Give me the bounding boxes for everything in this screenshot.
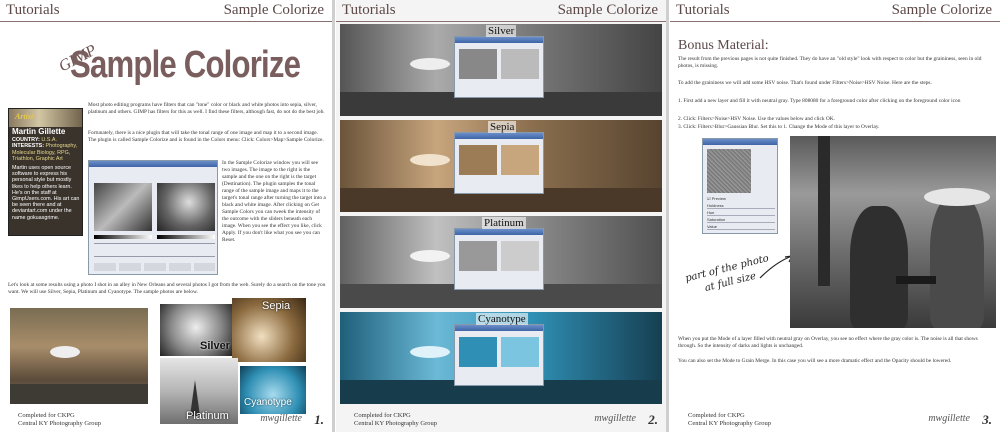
bonus-step1: 1. First add a new layer and fill it wit…	[678, 98, 961, 104]
grain-merge-paragraph: You can also set the Mode to Grain Merge…	[678, 358, 952, 364]
page-1: Tutorials Sample Colorize GIMP Sample Co…	[0, 0, 332, 432]
preview-checkbox[interactable]: ☑ Preview	[707, 196, 726, 201]
page-gutter	[666, 0, 669, 432]
preview-label: Preview	[711, 196, 726, 201]
umbrella	[410, 154, 450, 166]
footer-brand: mwgillette	[928, 413, 970, 424]
row-hue-label: Hue	[707, 210, 715, 215]
new-orleans-alley-photo	[10, 308, 148, 404]
dialog-gradient-right	[157, 235, 215, 239]
row-value-label: Value	[707, 224, 717, 229]
page-footer: Completed for CKPG Central KY Photograph…	[18, 412, 101, 428]
platinum-result-label: Platinum	[482, 217, 526, 229]
footer-line1: Completed for CKPG	[18, 412, 75, 419]
dialog-buttons[interactable]	[94, 263, 215, 271]
noise-preview	[707, 149, 751, 193]
country-value: U.S.A.	[41, 137, 57, 143]
dialog-sliders[interactable]	[94, 243, 215, 257]
bonus-noise: To add the graininess we will add some H…	[678, 80, 932, 86]
row-holdness-label: Holdness	[707, 203, 724, 208]
bonus-step2: 2. Click: Filters>Noise>HSV Noise. Use t…	[678, 116, 836, 122]
results-paragraph: Let's look at some results using a photo…	[8, 282, 326, 295]
footer-line1: Completed for CKPG	[688, 412, 745, 419]
dialog-titlebar	[89, 161, 217, 167]
row-saturation-label: Saturation	[707, 217, 726, 222]
cyanotype-result-label: Cyanotype	[476, 313, 528, 325]
header-left: Tutorials	[342, 2, 396, 18]
bonus-intro: The result from the previous pages is no…	[678, 56, 982, 69]
row-value[interactable]: Value	[707, 224, 775, 230]
intro-paragraph: Most photo editing programs have filters…	[88, 102, 325, 115]
row-saturation[interactable]: Saturation	[707, 217, 775, 223]
overlay-paragraph: When you put the Mode of a layer filled …	[678, 336, 978, 349]
plugin-paragraph: Fortunately, there is a nice plugin that…	[88, 130, 324, 143]
woman-right	[930, 196, 984, 328]
silver-dialog	[454, 36, 544, 98]
bonus-step3: 3. Click: Filters>Blur>Gaussian Blur. Se…	[678, 124, 880, 130]
silver-label: Silver	[200, 340, 230, 352]
artist-badge: Artist	[15, 112, 34, 121]
footer-line2: Central KY Photography Group	[688, 420, 771, 427]
lamp-post	[818, 136, 830, 286]
page-3: Tutorials Sample Colorize Bonus Material…	[670, 0, 1000, 432]
sepia-label: Sepia	[262, 300, 291, 312]
header-left: Tutorials	[6, 2, 60, 18]
footer-line1: Completed for CKPG	[354, 412, 411, 419]
page-header: Tutorials Sample Colorize	[0, 0, 332, 22]
dialog-titlebar	[703, 139, 777, 145]
page-footer: Completed for CKPG Central KY Photograph…	[688, 412, 771, 428]
page-header: Tutorials Sample Colorize	[670, 0, 1000, 22]
header-right: Sample Colorize	[557, 2, 658, 18]
platinum-label: Platinum	[186, 410, 229, 422]
footer-brand: mwgillette	[260, 413, 302, 424]
artist-name: Martin Gillette	[12, 127, 66, 136]
artist-box: Artist Martin Gillette COUNTRY: U.S.A. I…	[8, 108, 83, 236]
artist-bio: Martin uses open source software to expr…	[12, 165, 80, 221]
woman-left	[850, 206, 908, 328]
page-header: Tutorials Sample Colorize	[336, 0, 666, 22]
umbrella	[410, 346, 450, 358]
footer-line2: Central KY Photography Group	[18, 420, 101, 427]
bonus-heading: Bonus Material:	[678, 38, 769, 53]
page-number: 2.	[648, 412, 658, 427]
page-2: Tutorials Sample Colorize Silver Sepia P…	[336, 0, 666, 432]
header-left: Tutorials	[676, 2, 730, 18]
dialog-gradient-left	[94, 235, 152, 239]
table	[896, 276, 936, 284]
cyanotype-label: Cyanotype	[244, 397, 292, 408]
dialog-sample-image	[94, 183, 152, 231]
interests-label: INTERESTS:	[12, 143, 45, 150]
page-number: 3.	[982, 412, 992, 427]
page-number: 1.	[314, 412, 324, 427]
header-right: Sample Colorize	[891, 2, 992, 18]
row-hue[interactable]: Hue	[707, 210, 775, 216]
full-size-crop-photo	[790, 136, 996, 328]
sepia-result-label: Sepia	[488, 121, 517, 133]
umbrella	[50, 346, 80, 358]
umbrella	[410, 250, 450, 262]
sample-colorize-dialog	[88, 160, 218, 275]
dialog-destination-image	[157, 183, 215, 231]
header-right: Sample Colorize	[223, 2, 324, 18]
cyanotype-dialog	[454, 324, 544, 386]
umbrella	[410, 58, 450, 70]
page-title: Sample Colorize	[70, 44, 301, 86]
row-holdness[interactable]: Holdness	[707, 203, 775, 209]
silver-result-label: Silver	[486, 25, 517, 37]
footer-brand: mwgillette	[594, 413, 636, 424]
artist-details: COUNTRY: U.S.A. INTERESTS: Photography, …	[12, 137, 82, 163]
hat	[924, 188, 990, 206]
footer-line2: Central KY Photography Group	[354, 420, 437, 427]
alley-ground	[10, 384, 148, 404]
window-paragraph: In the Sample Colorize window you will s…	[222, 160, 326, 243]
sepia-dialog	[454, 132, 544, 194]
country-label: COUNTRY:	[12, 137, 40, 143]
page-gutter	[332, 0, 335, 432]
platinum-dialog	[454, 228, 544, 290]
hsv-noise-dialog: ☑ Preview Holdness Hue Saturation Value	[702, 138, 778, 234]
page-footer: Completed for CKPG Central KY Photograph…	[354, 412, 437, 428]
